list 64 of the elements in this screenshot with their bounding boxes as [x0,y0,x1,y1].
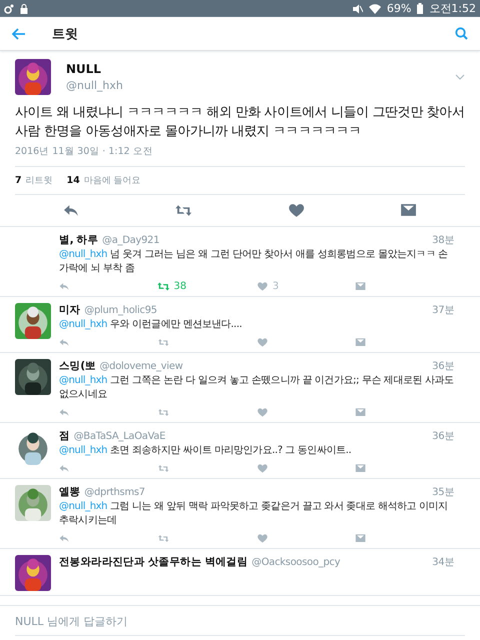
user-name: NULL [66,62,102,76]
reply-time: 36분 [432,430,454,443]
message-icon[interactable] [400,202,418,219]
reply-handle: @Oacksoosoo_pcy [252,557,342,568]
retweet-icon[interactable] [158,463,169,474]
reply-icon[interactable] [59,281,70,292]
reply-author: 미자 [59,303,80,317]
reply-author: 점 [59,429,70,443]
reply-author: 스밍(뽀 [59,359,96,373]
reply-text: @null_hxh 그런 그쪽은 논란 다 일으켜 놓고 손뗐으니까 끝 이건가요;; 무슨 제대로된 사과도 없으시네요 [59,374,454,402]
user-handle: @null_hxh [66,79,124,92]
reply-text: @null_hxh 우와 이런글에만 멘션보낸다.... [59,318,243,332]
reply-time: 36분 [432,360,454,373]
back-button[interactable] [10,26,28,42]
reply-handle: @dprthsms7 [84,487,146,498]
retweet-count: 38 [174,281,186,292]
reply-author: 전봉와라라진단과 삿졸무하는 벽에걸림 [59,555,248,569]
reply-time: 35분 [432,486,454,499]
retweet-icon[interactable] [158,533,169,544]
heart-count: 3 [272,281,279,292]
retweet-icon[interactable] [158,407,169,418]
reply-time: 34분 [432,556,454,569]
lock-icon [20,4,28,14]
heart-icon[interactable] [256,281,268,292]
reply-handle: @plum_holic95 [84,305,158,316]
reply-icon[interactable] [59,407,70,418]
battery-icon [417,3,424,14]
clock: 오전1:52 [429,1,476,16]
retweet-stat[interactable]: 7 리트윗 [15,174,53,187]
reply-text: @null_hxh 초면 죄송하지만 싸이트 마리망인가요..? 그 동인싸이트.. [59,444,352,458]
search-button[interactable] [453,25,470,42]
reply-handle: @a_Day921 [102,235,160,246]
reply-handle: @BaTaSA_LaOaVaE [74,431,166,442]
reply-text: @null_hxh 그럼 니는 왜 앞뒤 맥락 파악못하고 좆같은거 끌고 와서 좆대로 해석하고 이미지 추락시키는데 [59,500,449,528]
heart-icon[interactable] [288,202,305,219]
reply-icon[interactable] [59,533,70,544]
message-icon[interactable] [355,407,366,418]
reply-text: @null_hxh 넘 웃겨 그러는 님은 왜 그런 단어만 찾아서 애를 성희롱범으로 몰았는지ㅋㅋ 손가락에 뇌 부착 좀 [59,248,449,276]
tweet-date: 2016년 11월 30일 · 1:12 오전 [15,145,465,167]
caret-icon[interactable] [455,74,465,80]
like-stat[interactable]: 14 마음에 들어요 [66,174,141,187]
reply-icon[interactable] [59,337,70,348]
retweet-icon[interactable] [158,337,169,348]
sync-icon [4,4,14,14]
reply-time: 38분 [432,234,454,247]
tweet-text: 사이트 왜 내렸냐니 ㅋㅋㅋㅋㅋㅋ 해외 만화 사이트에서 니들이 그딴것만 찾아서 사람 한명을 아동성애자로 몰아가니까 내렸지 ㅋㅋㅋㅋㅋㅋㅋ [15,104,465,141]
reply-author: 옐뽕 [59,485,80,499]
message-icon[interactable] [355,463,366,474]
reply-author: 별, 하루 [59,233,98,247]
page-title: 트윗 [52,26,79,42]
message-icon[interactable] [355,281,366,292]
reply-icon[interactable] [59,463,70,474]
message-icon[interactable] [355,533,366,544]
heart-icon[interactable] [256,337,268,348]
heart-icon[interactable] [256,407,268,418]
wifi-icon [368,4,381,14]
mute-icon [352,4,363,14]
reply-time: 37분 [432,304,454,317]
reply-handle: @doloveme_view [100,361,184,372]
retweet-icon[interactable] [156,280,170,293]
battery-percent: 69% [386,2,412,15]
heart-icon[interactable] [256,533,268,544]
heart-icon[interactable] [256,463,268,474]
message-icon[interactable] [355,337,366,348]
